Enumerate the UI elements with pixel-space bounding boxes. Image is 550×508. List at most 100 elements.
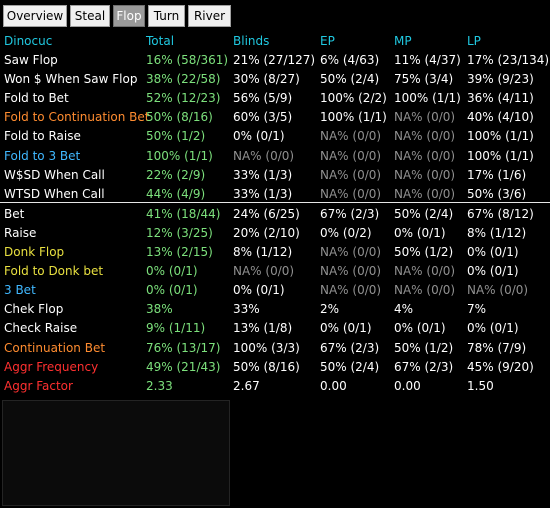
background-panel	[2, 400, 230, 506]
stat-value-lp: 8% (1/12)	[467, 225, 527, 240]
stat-value-ep: 100% (2/2)	[320, 91, 387, 106]
stat-value-blinds: 100% (3/3)	[233, 340, 300, 355]
table-row: Saw Flop 16% (58/361) 21% (27/127) 6% (4/63…	[0, 51, 550, 70]
player-name: Dinocuc	[4, 34, 53, 48]
stat-value-lp: 17% (1/6)	[467, 167, 527, 182]
stat-value-blinds: 33% (1/3)	[233, 186, 293, 201]
stat-value-ep: NA% (0/0)	[320, 283, 382, 298]
stat-value-lp: 40% (4/10)	[467, 110, 534, 125]
stat-value-mp: NA% (0/0)	[394, 110, 456, 125]
stat-value-total: 0% (0/1)	[146, 264, 198, 279]
table-row: Fold to 3 Bet 100% (1/1) NA% (0/0) NA% (0/0…	[0, 147, 550, 166]
stat-label: 3 Bet	[4, 283, 36, 298]
stat-value-lp: 100% (1/1)	[467, 129, 534, 144]
stat-label: W$SD When Call	[4, 167, 105, 182]
stat-label: Aggr Factor	[4, 378, 73, 393]
section-divider	[0, 202, 550, 203]
stat-label: Raise	[4, 225, 37, 240]
stat-label: Check Raise	[4, 321, 78, 336]
stat-value-ep: NA% (0/0)	[320, 148, 382, 163]
stat-value-ep: NA% (0/0)	[320, 245, 382, 259]
stat-value-total: 12% (3/25)	[146, 225, 213, 240]
tab-turn[interactable]: Turn	[148, 5, 185, 27]
stat-value-total: 44% (4/9)	[146, 186, 206, 201]
stat-label: Continuation Bet	[4, 340, 106, 355]
stat-value-blinds: 13% (1/8)	[233, 321, 293, 336]
column-header-total: Total	[146, 34, 175, 48]
stat-value-total: 2.33	[146, 378, 173, 393]
stat-value-ep: NA% (0/0)	[320, 186, 382, 201]
stat-value-lp: 0% (0/1)	[467, 245, 519, 259]
tab-river[interactable]: River	[188, 5, 231, 27]
stat-value-blinds: 33% (1/3)	[233, 167, 293, 182]
stat-value-mp: 4%	[394, 302, 414, 317]
table-row: Fold to Donk bet 0% (0/1) NA% (0/0) NA% (0/…	[0, 262, 550, 281]
stat-value-lp: 0% (0/1)	[467, 264, 519, 279]
tab-flop[interactable]: Flop	[113, 5, 145, 27]
stat-value-lp: 78% (7/9)	[467, 340, 527, 355]
stat-value-total: 50% (8/16)	[146, 110, 213, 125]
stat-value-blinds: 33%	[233, 302, 260, 317]
stat-value-total: 100% (1/1)	[146, 148, 213, 163]
stat-value-mp: NA% (0/0)	[394, 129, 456, 144]
stat-value-total: 9% (1/11)	[146, 321, 206, 336]
stat-value-blinds: 30% (8/27)	[233, 72, 300, 87]
table-row: Fold to Bet 52% (12/23) 56% (5/9) 100% (2/2…	[0, 89, 550, 108]
table-row: Aggr Factor 2.33 2.67 0.00 0.00 1.50	[0, 377, 550, 396]
stat-value-mp: NA% (0/0)	[394, 186, 456, 201]
stat-value-blinds: NA% (0/0)	[233, 264, 295, 279]
table-row: Won $ When Saw Flop 38% (22/58) 30% (8/27)…	[0, 70, 550, 89]
stat-label: WTSD When Call	[4, 186, 105, 201]
stat-value-lp: 39% (9/23)	[467, 72, 534, 87]
table-row: Bet 41% (18/44) 24% (6/25) 67% (2/3) 50% (2/…	[0, 205, 550, 224]
table-row: 3 Bet 0% (0/1) 0% (0/1) NA% (0/0) NA% (0/0) N…	[0, 281, 550, 300]
stat-value-lp: 17% (23/134)	[467, 53, 550, 67]
stat-value-ep: 0% (0/2)	[320, 225, 372, 240]
stat-value-mp: 67% (2/3)	[394, 359, 454, 374]
tab-steal[interactable]: Steal	[70, 5, 110, 27]
stat-label: Saw Flop	[4, 53, 58, 67]
stat-value-mp: NA% (0/0)	[394, 167, 456, 182]
stat-label: Fold to Raise	[4, 129, 81, 144]
stat-label: Fold to Bet	[4, 91, 69, 106]
stat-label: Fold to 3 Bet	[4, 148, 81, 163]
stat-value-mp: 50% (1/2)	[394, 340, 454, 355]
stat-value-ep: 2%	[320, 302, 340, 317]
table-row: Fold to Raise 50% (1/2) 0% (0/1) NA% (0/0) N…	[0, 127, 550, 146]
table-row: Continuation Bet 76% (13/17) 100% (3/3) 67%…	[0, 339, 550, 358]
stat-value-lp: 0% (0/1)	[467, 321, 519, 336]
stat-label: Bet	[4, 206, 25, 221]
stat-value-blinds: 21% (27/127)	[233, 53, 316, 67]
stat-value-ep: 50% (2/4)	[320, 72, 380, 87]
stat-value-ep: 100% (1/1)	[320, 110, 387, 125]
column-header-lp: LP	[467, 34, 481, 48]
stat-value-ep: NA% (0/0)	[320, 129, 382, 144]
column-header-ep: EP	[320, 34, 335, 48]
stat-value-blinds: 24% (6/25)	[233, 206, 300, 221]
stat-value-ep: 67% (2/3)	[320, 206, 380, 221]
stat-label: Won $ When Saw Flop	[4, 72, 138, 87]
stat-value-ep: 0% (0/1)	[320, 321, 372, 336]
column-header-mp: MP	[394, 34, 412, 48]
stat-value-total: 38% (22/58)	[146, 72, 221, 87]
table-row: WTSD When Call 44% (4/9) 33% (1/3) NA% (0/0…	[0, 185, 550, 204]
stat-value-mp: NA% (0/0)	[394, 264, 456, 279]
stat-value-lp: 1.50	[467, 378, 494, 393]
table-row: Check Raise 9% (1/11) 13% (1/8) 0% (0/1) 0% …	[0, 319, 550, 338]
stat-label: Fold to Continuation Bet	[4, 110, 150, 125]
stat-value-lp: 50% (3/6)	[467, 186, 527, 201]
stat-value-total: 16% (58/361)	[146, 53, 229, 67]
stat-value-total: 50% (1/2)	[146, 129, 206, 144]
stat-value-ep: NA% (0/0)	[320, 264, 382, 279]
stat-value-blinds: 0% (0/1)	[233, 129, 285, 144]
table-row: Aggr Frequency 49% (21/43) 50% (8/16) 50% (…	[0, 358, 550, 377]
stat-value-total: 49% (21/43)	[146, 359, 221, 374]
tab-overview[interactable]: Overview	[3, 5, 67, 27]
stat-value-mp: 0% (0/1)	[394, 321, 446, 336]
background-window	[0, 400, 230, 508]
table-header: Dinocuc Total Blinds EP MP LP	[0, 32, 550, 51]
stat-value-total: 13% (2/15)	[146, 245, 213, 259]
stat-label: Fold to Donk bet	[4, 264, 104, 279]
stat-value-mp: NA% (0/0)	[394, 283, 456, 298]
stat-value-mp: 100% (1/1)	[394, 91, 461, 106]
